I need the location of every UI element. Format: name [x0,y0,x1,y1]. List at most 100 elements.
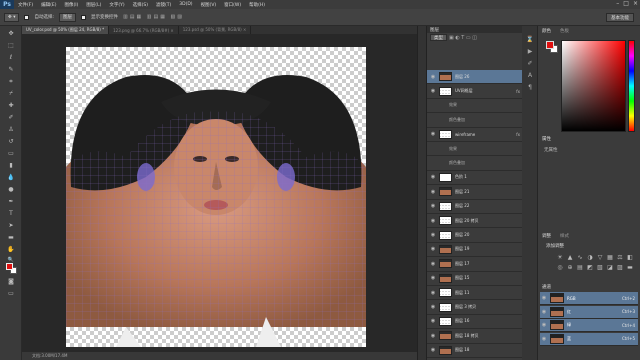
layer-fx-icon[interactable]: fx [516,89,520,94]
layer-row[interactable]: ◉ 图层 3 拷贝 [427,300,523,315]
channel-row[interactable]: ◉ 红 Ctrl+3 [540,305,638,319]
layer-row[interactable]: ◉ 图层 21 [427,185,523,200]
layer-row[interactable]: ◉ 图层 19 [427,243,523,258]
pen-tool-icon[interactable]: ✒ [7,198,15,206]
foreground-color-swatch[interactable] [6,263,13,270]
selective-color-icon[interactable]: ▨ [616,264,624,272]
layer-name[interactable]: 图层 18 拷贝 [455,333,479,339]
layer-row[interactable]: ◉ 图层 17 [427,257,523,272]
document-tab[interactable]: UV_color.psd @ 50% (图层 24, RGB/8) * [22,26,110,34]
layer-visibility-icon[interactable]: ◉ [427,290,439,296]
lasso-tool-icon[interactable]: ℓ [7,54,15,62]
document-tab[interactable]: 123.psd @ 50% (背景, RGB/8) × [179,26,252,34]
stamp-tool-icon[interactable]: ♙ [7,126,15,134]
align-icons[interactable]: ▥▤▦ ▥▤▦ ▧▨ [123,14,184,20]
layer-name[interactable]: 图层 26 [455,74,469,80]
layer-visibility-icon[interactable]: ◉ [427,218,439,224]
close-icon[interactable]: × [633,0,638,7]
channel-row[interactable]: ◉ RGB Ctrl+2 [540,292,638,305]
workspace-switcher[interactable]: 基本功能 [606,13,634,22]
dodge-tool-icon[interactable]: ● [7,186,15,194]
black-white-icon[interactable]: ◧ [626,254,634,262]
layer-name[interactable]: 图层 11 [455,290,469,296]
threshold-icon[interactable]: ◪ [606,264,614,272]
channel-visibility-icon[interactable]: ◉ [540,309,548,315]
menu-item[interactable]: 文字(Y) [105,2,128,8]
history-brush-tool-icon[interactable]: ↺ [7,138,15,146]
layer-row[interactable]: ◉ UV网格层 fx [427,84,523,99]
layer-row[interactable]: ◉ 图层 18 拷贝 [427,329,523,344]
gradient-map-icon[interactable]: ▬ [626,264,634,272]
show-transform-checkbox[interactable] [81,14,86,20]
layer-name[interactable]: 图层 21 [455,189,469,195]
layer-row[interactable]: ◉ 图层 11 [427,286,523,301]
layer-name[interactable]: 图层 20 拷贝 [455,218,479,224]
hue-saturation-icon[interactable]: ▦ [606,254,614,262]
layer-effect-row[interactable]: 颜色叠加 [427,113,523,128]
layer-fx-icon[interactable]: fx [516,132,520,137]
levels-icon[interactable]: ▲ [566,254,574,262]
layer-row[interactable]: ◉ 图层 20 [427,228,523,243]
layer-name[interactable]: 图层 18 [455,347,469,353]
photo-filter-icon[interactable]: ◎ [556,264,564,272]
layer-visibility-icon[interactable]: ◉ [427,347,439,353]
posterize-icon[interactable]: ▧ [596,264,604,272]
menu-item[interactable]: 滤镜(T) [152,2,175,8]
minimize-icon[interactable]: – [616,0,619,7]
brush-panel-icon[interactable]: ✐ [526,60,534,68]
channel-row[interactable]: ◉ 蓝 Ctrl+5 [540,332,638,346]
hand-tool-icon[interactable]: ✋ [7,246,15,254]
swatches-panel-tab[interactable]: 色板 [560,28,569,34]
actions-panel-icon[interactable]: ▶ [526,48,534,56]
vibrance-icon[interactable]: ▽ [596,254,604,262]
layer-name[interactable]: 图层 3 拷贝 [455,304,476,310]
character-panel-icon[interactable]: A [526,72,534,80]
layer-row[interactable]: ◉ 图层 20 拷贝 [427,214,523,229]
properties-panel-tab[interactable]: 属性 [542,136,551,142]
auto-select-checkbox[interactable] [24,14,30,20]
menu-item[interactable]: 帮助(H) [245,2,269,8]
layer-visibility-icon[interactable]: ◉ [427,203,439,209]
maximize-icon[interactable]: □ [623,0,629,7]
exposure-icon[interactable]: ◑ [586,254,594,262]
layer-row[interactable]: ◉ 色阶 1 [427,171,523,186]
layer-row[interactable]: ◉ 图层 22 [427,200,523,214]
color-panel-tab[interactable]: 颜色 [542,28,551,34]
layer-row[interactable]: ◉ 图层 18 [427,344,523,358]
channels-panel-tab[interactable]: 通道 [542,284,551,290]
color-field[interactable] [561,40,626,132]
channel-visibility-icon[interactable]: ◉ [540,322,548,328]
layer-effect-row[interactable]: 颜色叠加 [427,156,523,171]
layer-visibility-icon[interactable]: ◉ [427,189,439,195]
color-lookup-icon[interactable]: ▤ [576,264,584,272]
menu-item[interactable]: 编辑(E) [37,2,60,8]
layer-visibility-icon[interactable]: ◉ [427,246,439,252]
layer-visibility-icon[interactable]: ◉ [427,88,439,94]
paragraph-panel-icon[interactable]: ¶ [526,84,534,92]
layer-name[interactable]: 图层 20 [455,232,469,238]
layer-name[interactable]: 图层 16 [455,318,469,324]
invert-icon[interactable]: ◩ [586,264,594,272]
layer-name[interactable]: 图层 22 [455,203,469,209]
document-tab[interactable]: 123.png @ 66.7% (RGB/8#) × [109,26,179,34]
layer-visibility-icon[interactable]: ◉ [427,232,439,238]
layer-visibility-icon[interactable]: ◉ [427,261,439,267]
layers-panel-title[interactable]: 图层 [427,26,522,33]
menu-item[interactable]: 文件(F) [14,2,37,8]
quick-mask-icon[interactable]: ◙ [7,278,15,286]
layer-visibility-icon[interactable]: ◉ [427,74,439,80]
menu-item[interactable]: 图像(I) [60,2,82,8]
layer-name[interactable]: UV网格层 [455,88,473,94]
layer-name[interactable]: wireframe [455,132,475,137]
layer-visibility-icon[interactable]: ◉ [427,174,439,180]
layer-name[interactable]: 图层 19 [455,246,469,252]
menu-item[interactable]: 图层(L) [82,2,105,8]
layer-row[interactable]: ◉ 图层 26 [427,70,523,85]
channel-visibility-icon[interactable]: ◉ [540,336,548,342]
brush-tool-icon[interactable]: ✐ [7,114,15,122]
layer-filter-dropdown[interactable]: 类型 [430,34,447,41]
color-panel-foreground[interactable] [546,41,554,49]
gradient-tool-icon[interactable]: ▮ [7,162,15,170]
layer-visibility-icon[interactable]: ◉ [427,333,439,339]
layer-name[interactable]: 图层 15 [455,275,469,281]
